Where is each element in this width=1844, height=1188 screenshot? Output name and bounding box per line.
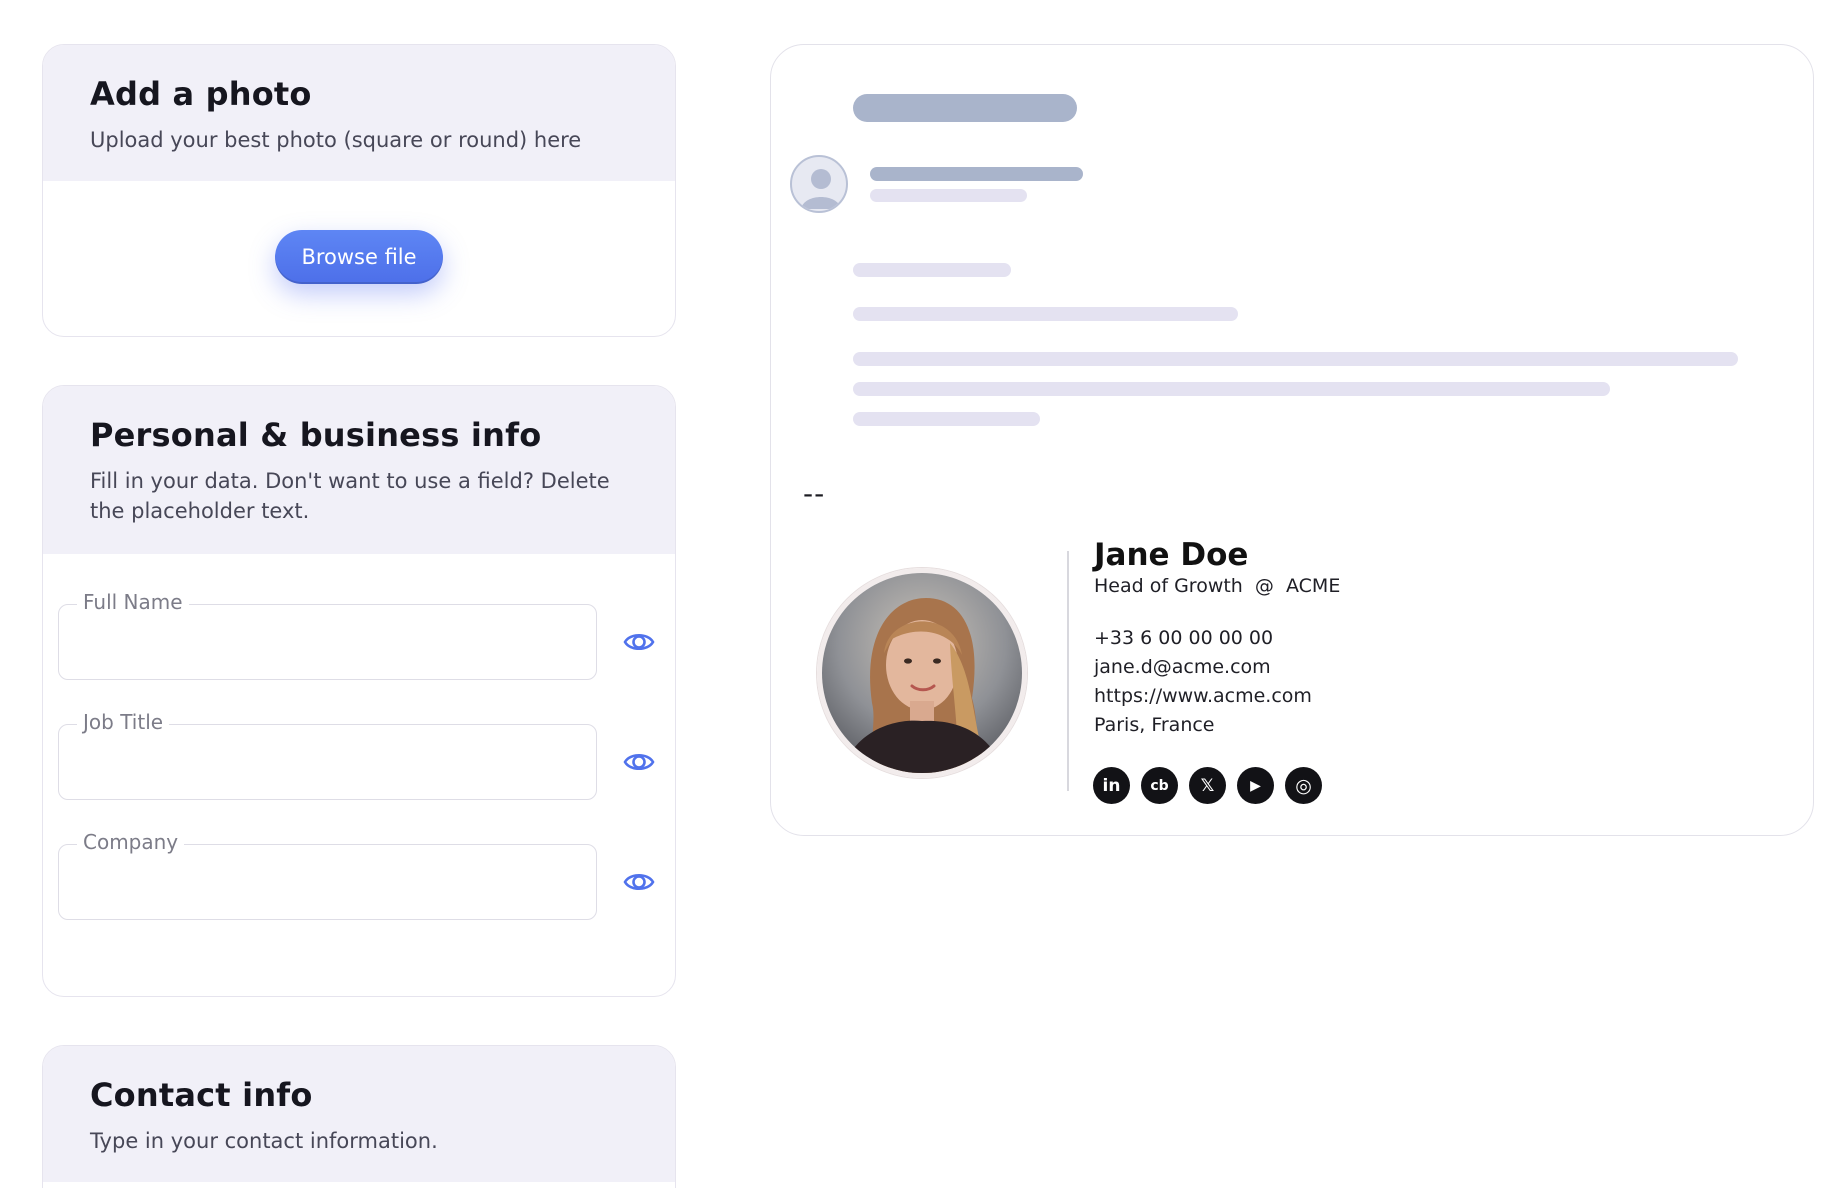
- job-title-visibility-eye-icon[interactable]: [623, 746, 655, 778]
- personal-info-subtitle: Fill in your data. Don't want to use a f…: [90, 469, 610, 523]
- signature-divider: [1067, 551, 1069, 791]
- x-glyph: 𝕏: [1200, 775, 1215, 796]
- instagram-icon[interactable]: ◎: [1285, 767, 1322, 804]
- full-name-input[interactable]: [59, 605, 596, 679]
- company-input[interactable]: [59, 845, 596, 919]
- full-name-box: Full Name: [58, 590, 597, 680]
- skeleton-sender-email: [870, 189, 1027, 202]
- job-title-input[interactable]: [59, 725, 596, 799]
- add-photo-card: Add a photo Upload your best photo (squa…: [42, 44, 676, 337]
- signature-photo: [817, 568, 1027, 778]
- sender-avatar-icon: [790, 155, 848, 213]
- crunchbase-glyph: cb: [1150, 777, 1169, 794]
- full-name-row: Full Name: [58, 590, 658, 680]
- skeleton-line: [853, 263, 1011, 277]
- add-photo-header: Add a photo Upload your best photo (squa…: [43, 45, 675, 181]
- personal-info-header: Personal & business info Fill in your da…: [43, 386, 675, 554]
- skeleton-line: [853, 412, 1040, 426]
- contact-info-header: Contact info Type in your contact inform…: [43, 1046, 675, 1182]
- signature-email[interactable]: jane.d@acme.com: [1094, 656, 1271, 678]
- linkedin-icon[interactable]: in: [1093, 767, 1130, 804]
- signature-preview-card: -- Jane Doe Head of Growth @ ACME +33 6 …: [770, 44, 1814, 836]
- browse-area: Browse file: [43, 181, 675, 284]
- company-label: Company: [77, 830, 185, 854]
- job-title-box: Job Title: [58, 710, 597, 800]
- signature-social-links: in cb 𝕏 ▶ ◎: [1093, 767, 1322, 804]
- personal-info-title: Personal & business info: [90, 416, 542, 454]
- signature-website[interactable]: https://www.acme.com: [1094, 685, 1312, 707]
- skeleton-line: [853, 352, 1738, 366]
- skeleton-sender-name: [870, 167, 1083, 181]
- signature-separator: --: [803, 477, 826, 510]
- add-photo-title: Add a photo: [90, 75, 312, 113]
- contact-info-subtitle: Type in your contact information.: [90, 1129, 438, 1153]
- skeleton-line: [853, 382, 1610, 396]
- company-box: Company: [58, 830, 597, 920]
- signature-role-company: Head of Growth @ ACME: [1094, 575, 1341, 597]
- contact-info-title: Contact info: [90, 1076, 313, 1114]
- youtube-icon[interactable]: ▶: [1237, 767, 1274, 804]
- company-visibility-eye-icon[interactable]: [623, 866, 655, 898]
- signature-name: Jane Doe: [1094, 537, 1249, 573]
- personal-info-card: Personal & business info Fill in your da…: [42, 385, 676, 997]
- signature-location: Paris, France: [1094, 714, 1215, 736]
- signature-phone: +33 6 00 00 00 00: [1094, 627, 1274, 649]
- job-title-row: Job Title: [58, 710, 658, 800]
- instagram-glyph: ◎: [1295, 774, 1312, 797]
- skeleton-subject: [853, 94, 1077, 122]
- company-row: Company: [58, 830, 658, 920]
- linkedin-glyph: in: [1102, 775, 1121, 796]
- full-name-label: Full Name: [77, 590, 189, 614]
- browse-file-button[interactable]: Browse file: [275, 230, 443, 284]
- youtube-glyph: ▶: [1250, 777, 1261, 794]
- full-name-visibility-eye-icon[interactable]: [623, 626, 655, 658]
- add-photo-subtitle: Upload your best photo (square or round)…: [90, 128, 582, 152]
- crunchbase-icon[interactable]: cb: [1141, 767, 1178, 804]
- contact-info-card: Contact info Type in your contact inform…: [42, 1045, 676, 1188]
- skeleton-line: [853, 307, 1238, 321]
- x-icon[interactable]: 𝕏: [1189, 767, 1226, 804]
- job-title-label: Job Title: [77, 710, 170, 734]
